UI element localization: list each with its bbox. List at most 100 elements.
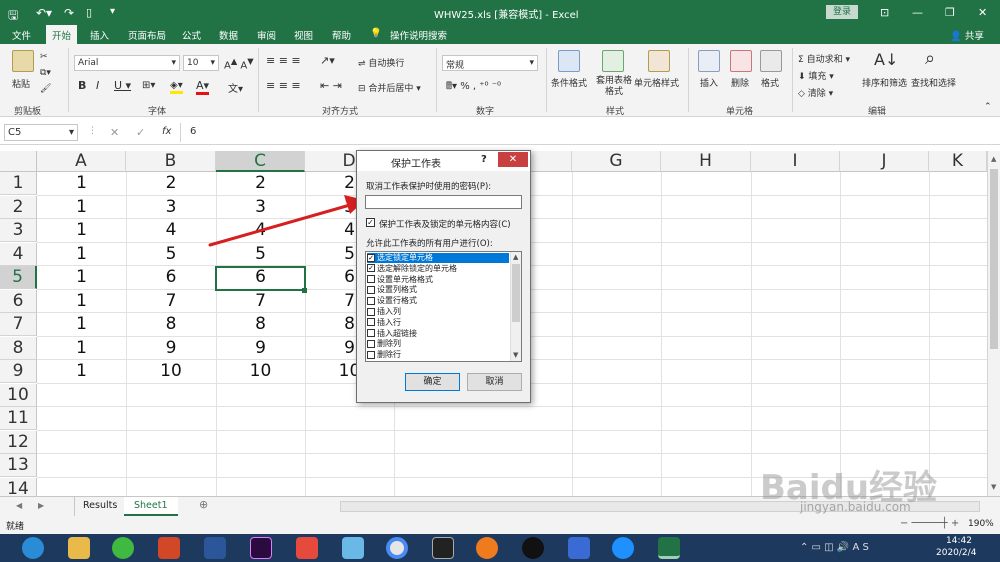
permission-checkbox[interactable] (367, 307, 375, 316)
cell-b9[interactable]: 10 (126, 360, 216, 383)
permission-checkbox[interactable] (367, 285, 375, 294)
format-painter-icon[interactable]: 🖌 (40, 84, 51, 94)
prev-sheet-icon[interactable]: ◀ (16, 501, 22, 510)
excel-icon[interactable] (658, 537, 680, 559)
formula-input[interactable]: 6 (190, 126, 196, 137)
permission-option[interactable]: 设置单元格格式 (367, 275, 509, 285)
insert-cells-icon[interactable] (698, 50, 720, 72)
permission-option[interactable]: 插入列 (367, 307, 509, 317)
powerpoint-icon[interactable] (158, 537, 180, 559)
cell-b5[interactable]: 6 (126, 266, 216, 289)
delete-cells-icon[interactable] (730, 50, 752, 72)
maximize-icon[interactable]: ❐ (945, 6, 955, 19)
sort-filter-icon[interactable]: A↓ (874, 50, 898, 69)
quick-access-dropdown-icon[interactable]: ▾ (110, 6, 115, 17)
column-header-c[interactable]: C (216, 151, 305, 172)
active-cell-c5[interactable] (215, 266, 306, 291)
table-format-button[interactable]: 套用表格格式 (594, 76, 634, 98)
permission-checkbox[interactable] (367, 318, 375, 327)
cell-a7[interactable]: 1 (37, 313, 126, 336)
cell-c7[interactable]: 8 (216, 313, 305, 336)
zoom-level[interactable]: 190% (968, 519, 994, 529)
minimize-icon[interactable]: — (912, 6, 923, 19)
row-header-9[interactable]: 9 (0, 360, 37, 383)
permission-checkbox[interactable]: ✓ (367, 253, 375, 262)
permission-option[interactable]: 删除行 (367, 350, 509, 360)
tab-view[interactable]: 视图 (294, 28, 313, 42)
permission-option[interactable]: 设置行格式 (367, 296, 509, 306)
permission-checkbox[interactable]: ✓ (367, 264, 375, 273)
permission-checkbox[interactable] (367, 275, 375, 284)
column-header-a[interactable]: A (37, 151, 126, 172)
permission-checkbox[interactable] (367, 296, 375, 305)
align-top-icon[interactable]: ≡ ≡ ≡ (266, 54, 301, 67)
clock-time[interactable]: 14:42 (946, 536, 972, 546)
cell-c9[interactable]: 10 (216, 360, 305, 383)
conditional-format-icon[interactable] (558, 50, 580, 72)
row-header-7[interactable]: 7 (0, 313, 37, 336)
column-header-b[interactable]: B (126, 151, 216, 172)
bold-icon[interactable]: B (78, 79, 86, 92)
paste-button[interactable]: 粘贴 (12, 77, 30, 90)
fill-color-icon[interactable]: ◈▾ (170, 80, 183, 94)
permission-checkbox[interactable] (367, 350, 375, 359)
copy-icon[interactable]: ⧉▾ (40, 68, 51, 78)
row-header-11[interactable]: 11 (0, 407, 37, 430)
file-explorer-icon[interactable] (68, 537, 90, 559)
next-sheet-icon[interactable]: ▶ (38, 501, 44, 510)
underline-icon[interactable]: U ▾ (114, 79, 131, 92)
sheet-tab-sheet1[interactable]: Sheet1 (124, 497, 178, 516)
table-format-icon[interactable] (602, 50, 624, 72)
vertical-scrollbar[interactable]: ▲ ▼ (987, 151, 1000, 496)
clear-button[interactable]: ◇ 清除 ▾ (798, 86, 833, 99)
row-header-3[interactable]: 3 (0, 219, 37, 242)
cell-a3[interactable]: 1 (37, 219, 126, 242)
share-button[interactable]: 👤 共享 (950, 28, 984, 42)
font-name-combo[interactable]: Arial ▾ (74, 55, 180, 71)
dialog-close-button[interactable]: ✕ (498, 152, 528, 167)
row-header-14[interactable]: 14 (0, 477, 37, 496)
protect-contents-checkbox[interactable]: ✓ (366, 218, 375, 227)
dialog-help-button[interactable]: ? (481, 154, 487, 165)
save-icon[interactable]: 🖫 (8, 6, 18, 27)
row-header-13[interactable]: 13 (0, 454, 37, 477)
cell-b7[interactable]: 8 (126, 313, 216, 336)
tab-formulas[interactable]: 公式 (182, 28, 201, 42)
orientation-icon[interactable]: ↗▾ (320, 54, 335, 67)
paste-icon[interactable] (12, 50, 34, 72)
ribbon-display-icon[interactable]: ⊡ (880, 6, 889, 19)
conditional-format-button[interactable]: 条件格式 (551, 76, 587, 89)
cell-c6[interactable]: 7 (216, 290, 305, 313)
ok-button[interactable]: 确定 (405, 373, 460, 391)
autosum-button[interactable]: Σ 自动求和 ▾ (798, 52, 850, 65)
media-icon[interactable] (296, 537, 318, 559)
clock-date[interactable]: 2020/2/4 (936, 548, 976, 558)
app-orange-icon[interactable] (476, 537, 498, 559)
font-size-combo[interactable]: 10 ▾ (183, 55, 219, 71)
insert-cells-button[interactable]: 插入 (700, 76, 718, 89)
grow-font-icon[interactable]: A▲ A▼ (224, 56, 254, 71)
password-input[interactable] (365, 195, 522, 209)
permission-option[interactable]: ✓ 选定解除锁定的单元格 (367, 264, 509, 274)
italic-icon[interactable]: I (96, 79, 99, 92)
permission-option[interactable]: 插入超链接 (367, 329, 509, 339)
row-header-6[interactable]: 6 (0, 289, 37, 313)
undo-icon[interactable]: ↶▾ (36, 6, 52, 20)
cell-a1[interactable]: 1 (37, 172, 126, 195)
phonetic-icon[interactable]: 文▾ (228, 80, 243, 95)
tab-home[interactable]: 开始 (46, 25, 78, 44)
tab-file[interactable]: 文件 (12, 28, 31, 42)
permission-option[interactable]: 删除列 (367, 339, 509, 349)
login-button[interactable]: 登录 (826, 5, 858, 19)
select-all-corner[interactable] (0, 151, 37, 172)
add-sheet-icon[interactable]: ⊕ (199, 498, 208, 511)
column-header-k[interactable]: K (929, 151, 987, 172)
column-header-h[interactable]: H (661, 151, 751, 172)
column-header-j[interactable]: J (840, 151, 929, 172)
cell-b8[interactable]: 9 (126, 337, 216, 360)
browser-360-icon[interactable] (22, 537, 44, 559)
fill-handle[interactable] (302, 288, 307, 293)
cell-a8[interactable]: 1 (37, 337, 126, 360)
tab-insert[interactable]: 插入 (90, 28, 109, 42)
cell-c8[interactable]: 9 (216, 337, 305, 360)
